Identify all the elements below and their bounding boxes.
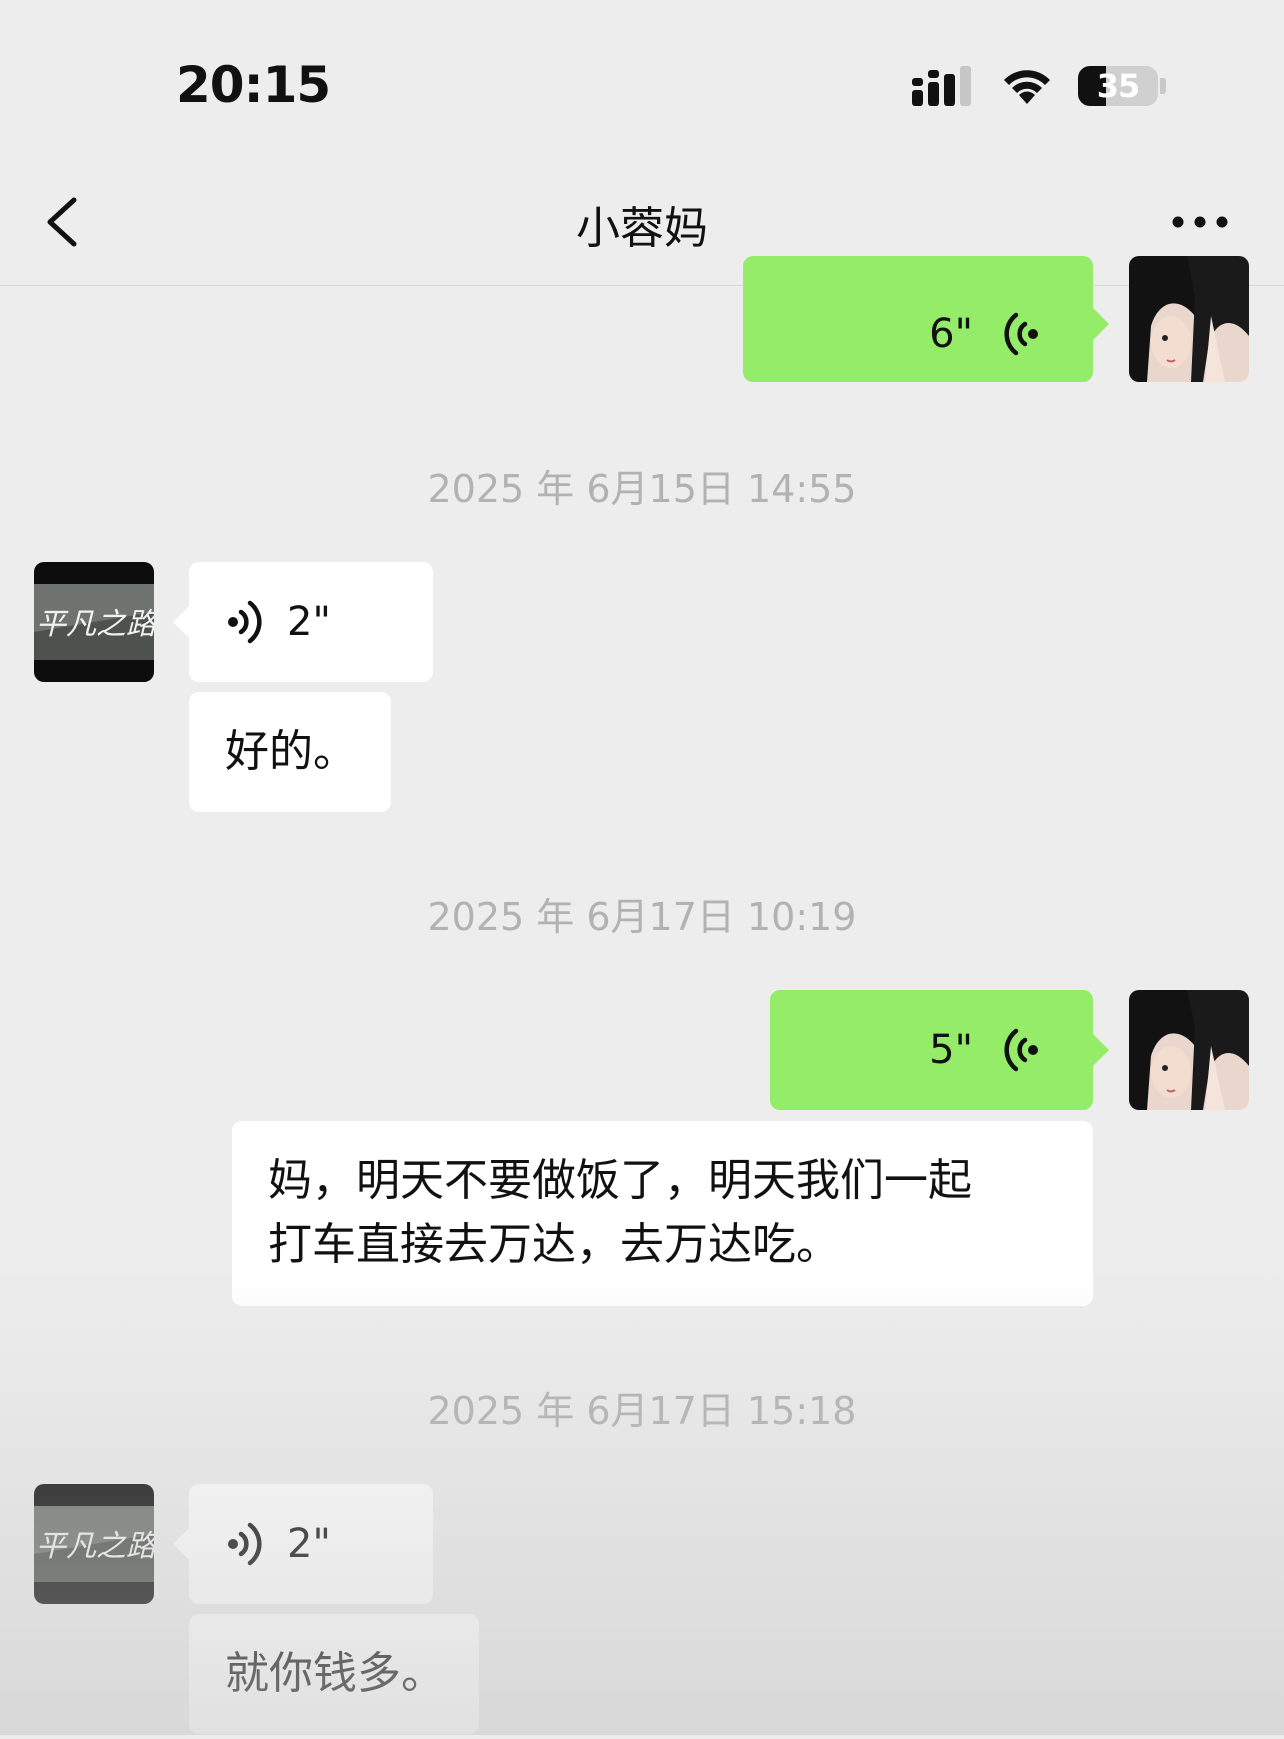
voice-duration: 2" — [287, 599, 331, 645]
status-icons: 35 — [912, 58, 1166, 114]
sent-text-message[interactable]: 妈，明天不要做饭了，明天我们一起 打车直接去万达，去万达吃。 — [232, 1121, 1093, 1306]
voice-wave-icon — [1004, 1028, 1038, 1072]
received-voice-message[interactable]: 2" — [173, 1484, 433, 1604]
wifi-icon — [1004, 70, 1050, 104]
message-text-line: 妈，明天不要做饭了，明天我们一起 — [268, 1155, 972, 1206]
message-text: 好的。 — [225, 726, 357, 777]
voice-duration: 2" — [287, 1521, 331, 1567]
timestamp: 2025 年 6月17日 15:18 — [427, 1389, 857, 1433]
battery-icon: 35 — [1078, 66, 1158, 106]
chat-messages[interactable]: 6" 2025 年 6月15日 14:55 平凡之路 2" 好的。 2025 年… — [0, 256, 1284, 1739]
status-time: 20:15 — [176, 56, 331, 114]
signal-icon — [912, 66, 971, 106]
self-avatar[interactable] — [1129, 990, 1249, 1110]
voice-wave-icon — [228, 600, 262, 644]
received-text-message[interactable]: 就你钱多。 — [189, 1614, 479, 1734]
received-text-message[interactable]: 好的。 — [189, 692, 391, 812]
more-icon[interactable] — [1170, 212, 1230, 232]
voice-wave-icon — [228, 1522, 262, 1566]
voice-duration: 5" — [929, 1027, 973, 1073]
chat-title: 小蓉妈 — [576, 203, 708, 254]
svg-text:平凡之路: 平凡之路 — [36, 607, 154, 642]
message-text: 就你钱多。 — [225, 1648, 445, 1699]
received-voice-message[interactable]: 2" — [173, 562, 433, 682]
timestamp: 2025 年 6月15日 14:55 — [427, 467, 857, 511]
status-bar: 20:15 35 — [0, 0, 1284, 150]
voice-wave-icon — [1004, 312, 1038, 356]
svg-text:平凡之路: 平凡之路 — [36, 1529, 154, 1564]
self-avatar[interactable] — [1129, 256, 1249, 382]
voice-duration: 6" — [929, 311, 973, 357]
battery-cap — [1160, 78, 1166, 94]
battery-percentage: 35 — [1096, 67, 1141, 105]
message-text-line: 打车直接去万达，去万达吃。 — [268, 1219, 840, 1270]
timestamp: 2025 年 6月17日 10:19 — [427, 895, 857, 939]
contact-avatar[interactable]: 平凡之路 — [34, 562, 154, 682]
sent-voice-message[interactable]: 5" — [770, 990, 1109, 1110]
contact-avatar[interactable]: 平凡之路 — [34, 1484, 154, 1604]
sent-voice-message[interactable]: 6" — [743, 256, 1109, 382]
